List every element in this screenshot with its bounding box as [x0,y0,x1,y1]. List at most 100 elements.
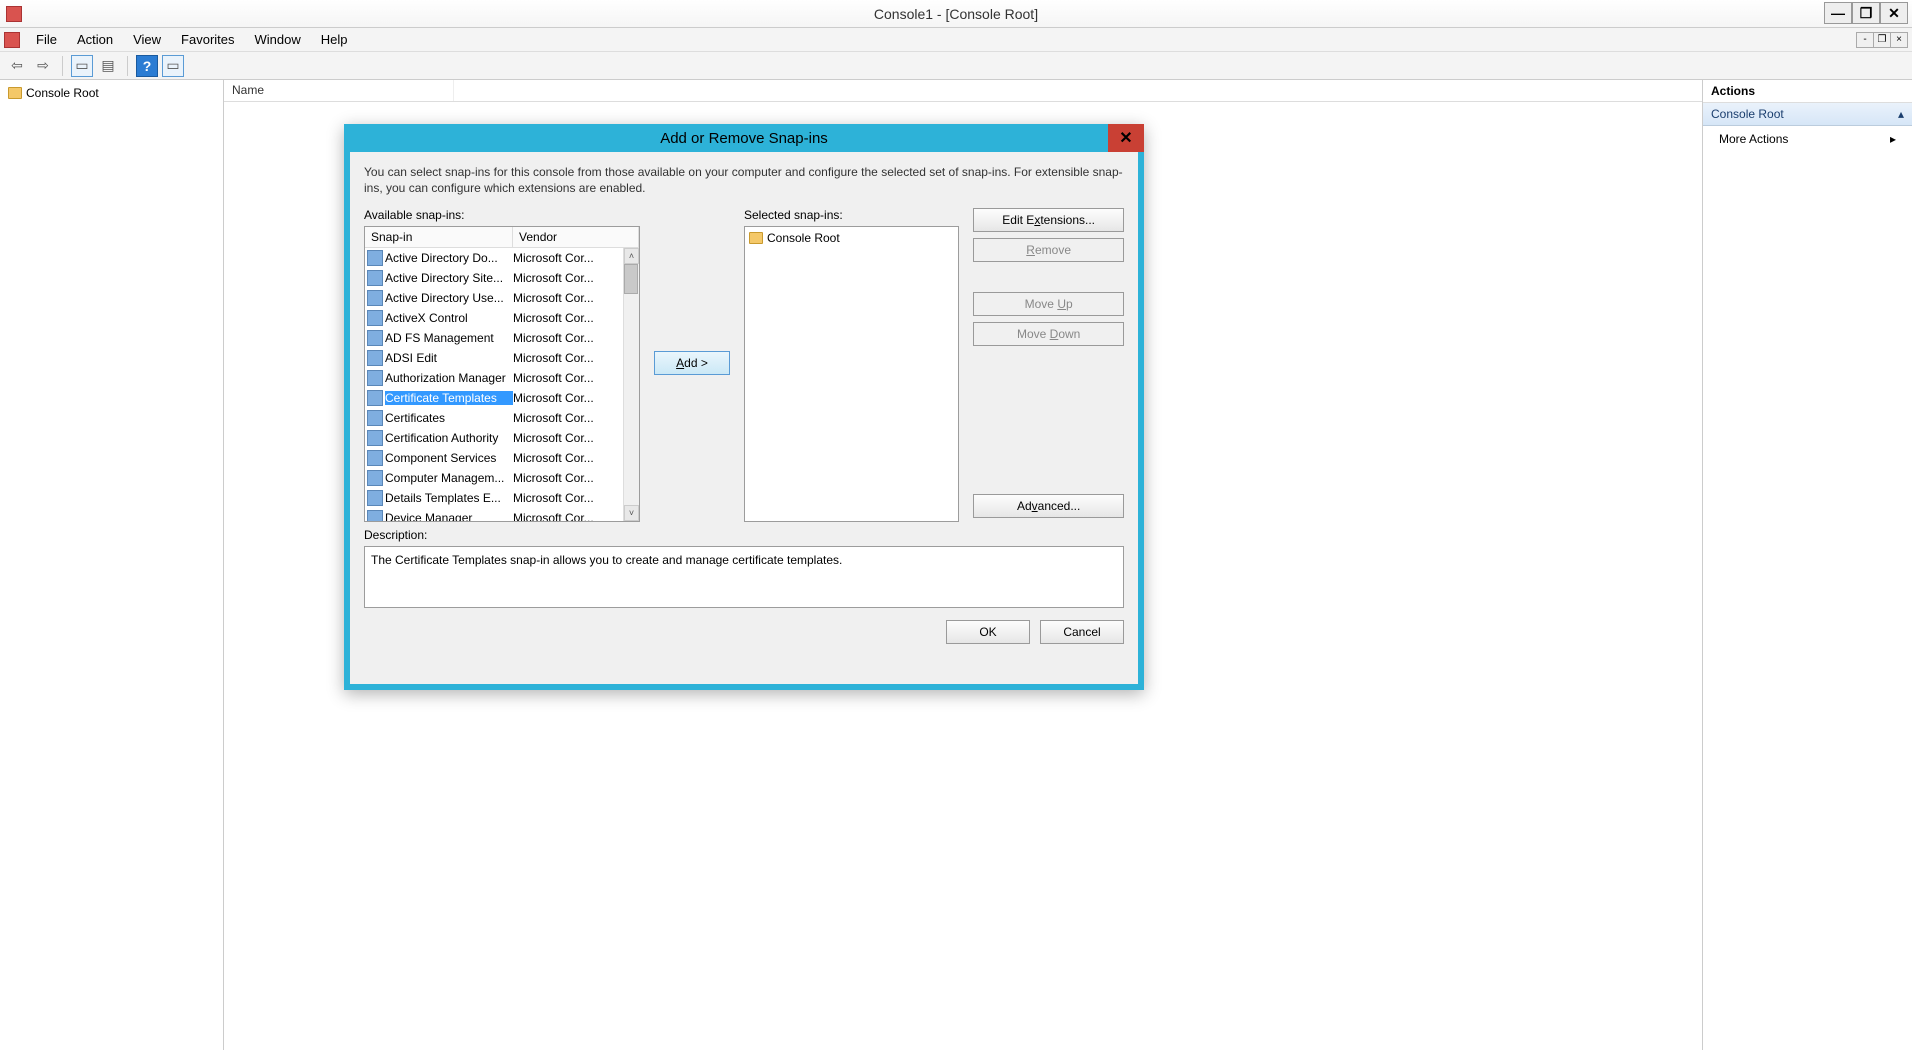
child-minimize-button[interactable]: - [1856,32,1874,48]
actions-title: Actions [1703,80,1912,103]
minimize-button[interactable]: — [1824,2,1852,24]
remove-button[interactable]: Remove [973,238,1124,262]
ok-button[interactable]: OK [946,620,1030,644]
snapin-row[interactable]: Device ManagerMicrosoft Cor... [365,508,639,521]
snapin-name: Active Directory Do... [385,251,513,265]
mmc-icon [4,32,20,48]
snapin-vendor: Microsoft Cor... [513,491,639,505]
available-column: Available snap-ins: Snap-in Vendor Activ… [364,208,640,518]
menu-favorites[interactable]: Favorites [171,29,244,50]
snapin-row[interactable]: Computer Managem...Microsoft Cor... [365,468,639,488]
export-list-button[interactable]: ▤ [97,55,119,77]
move-up-button[interactable]: Move Up [973,292,1124,316]
add-button[interactable]: Add > [654,351,730,375]
actions-group-header[interactable]: Console Root ▴ [1703,103,1912,126]
snapin-vendor: Microsoft Cor... [513,291,639,305]
snapin-icon [367,490,383,506]
scroll-thumb[interactable] [624,264,638,294]
snapin-vendor: Microsoft Cor... [513,511,639,521]
close-button[interactable]: ✕ [1880,2,1908,24]
dialog-intro: You can select snap-ins for this console… [364,164,1124,196]
snapin-row[interactable]: Component ServicesMicrosoft Cor... [365,448,639,468]
dialog-title: Add or Remove Snap-ins [660,130,828,147]
snapin-name: Active Directory Use... [385,291,513,305]
child-close-button[interactable]: × [1890,32,1908,48]
move-down-button[interactable]: Move Down [973,322,1124,346]
snapin-icon [367,330,383,346]
snapin-row[interactable]: Authorization ManagerMicrosoft Cor... [365,368,639,388]
window-title: Console1 - [Console Root] [0,6,1912,22]
selected-listbox[interactable]: Console Root [744,226,959,522]
dialog-body: You can select snap-ins for this console… [350,152,1138,684]
snapin-row[interactable]: ActiveX ControlMicrosoft Cor... [365,308,639,328]
content-header: Name [224,80,1702,102]
snapins-dialog: Add or Remove Snap-ins ✕ You can select … [344,124,1144,690]
snapin-icon [367,450,383,466]
snapin-row[interactable]: ADSI EditMicrosoft Cor... [365,348,639,368]
scroll-down-button[interactable]: ˅ [624,505,639,521]
help-button[interactable]: ? [136,55,158,77]
snapin-row[interactable]: CertificatesMicrosoft Cor... [365,408,639,428]
scroll-up-button[interactable]: ˄ [624,248,639,264]
menu-file[interactable]: File [26,29,67,50]
cancel-button[interactable]: Cancel [1040,620,1124,644]
column-header-name[interactable]: Name [224,80,454,101]
available-listbox[interactable]: Snap-in Vendor Active Directory Do...Mic… [364,226,640,522]
tree-pane: Console Root [0,80,224,1050]
edit-extensions-button[interactable]: Edit Extensions... [973,208,1124,232]
snapin-vendor: Microsoft Cor... [513,271,639,285]
maximize-button[interactable]: ❐ [1852,2,1880,24]
menu-view[interactable]: View [123,29,171,50]
snapin-vendor: Microsoft Cor... [513,371,639,385]
dialog-titlebar[interactable]: Add or Remove Snap-ins ✕ [344,124,1144,152]
snapin-row[interactable]: Details Templates E...Microsoft Cor... [365,488,639,508]
child-restore-button[interactable]: ❐ [1873,32,1891,48]
header-vendor[interactable]: Vendor [513,227,639,247]
snapin-name: Authorization Manager [385,371,513,385]
menu-action[interactable]: Action [67,29,123,50]
scrollbar[interactable]: ˄ ˅ [623,248,639,521]
title-bar: Console1 - [Console Root] — ❐ ✕ [0,0,1912,28]
snapin-row[interactable]: Certification AuthorityMicrosoft Cor... [365,428,639,448]
chevron-right-icon: ▸ [1890,132,1896,146]
advanced-button[interactable]: Advanced... [973,494,1124,518]
snapin-row[interactable]: Active Directory Site...Microsoft Cor... [365,268,639,288]
snapin-name: ActiveX Control [385,311,513,325]
dialog-close-button[interactable]: ✕ [1108,124,1144,152]
menu-help[interactable]: Help [311,29,358,50]
actions-group-label: Console Root [1711,107,1784,121]
show-tree-button[interactable]: ▭ [71,55,93,77]
back-button[interactable]: ⇦ [6,55,28,77]
snapin-vendor: Microsoft Cor... [513,331,639,345]
menu-bar: File Action View Favorites Window Help -… [0,28,1912,52]
snapin-vendor: Microsoft Cor... [513,351,639,365]
snapin-vendor: Microsoft Cor... [513,411,639,425]
window-controls: — ❐ ✕ [1824,2,1908,24]
menu-window[interactable]: Window [245,29,311,50]
snapin-name: Certificates [385,411,513,425]
forward-button[interactable]: ⇨ [32,55,54,77]
selected-root-item[interactable]: Console Root [749,231,954,245]
snapin-row[interactable]: Active Directory Use...Microsoft Cor... [365,288,639,308]
snapin-name: Computer Managem... [385,471,513,485]
side-buttons: Edit Extensions... Remove Move Up Move D… [973,208,1124,518]
tree-node-console-root[interactable]: Console Root [4,84,219,102]
toolbar-separator [62,56,63,76]
snapin-vendor: Microsoft Cor... [513,391,639,405]
actions-more-actions[interactable]: More Actions ▸ [1703,126,1912,152]
collapse-icon: ▴ [1898,107,1904,121]
actions-item-label: More Actions [1719,132,1788,146]
dialog-footer: OK Cancel [364,620,1124,644]
snapin-name: AD FS Management [385,331,513,345]
snapin-name: Component Services [385,451,513,465]
snapin-icon [367,430,383,446]
header-snapin[interactable]: Snap-in [365,227,513,247]
snapin-row[interactable]: Active Directory Do...Microsoft Cor... [365,248,639,268]
snapin-row[interactable]: AD FS ManagementMicrosoft Cor... [365,328,639,348]
selected-column: Selected snap-ins: Console Root [744,208,959,518]
actions-pane: Actions Console Root ▴ More Actions ▸ [1702,80,1912,1050]
snapin-row[interactable]: Certificate TemplatesMicrosoft Cor... [365,388,639,408]
folder-icon [749,232,763,244]
add-column: Add > [654,208,730,518]
show-actions-button[interactable]: ▭ [162,55,184,77]
